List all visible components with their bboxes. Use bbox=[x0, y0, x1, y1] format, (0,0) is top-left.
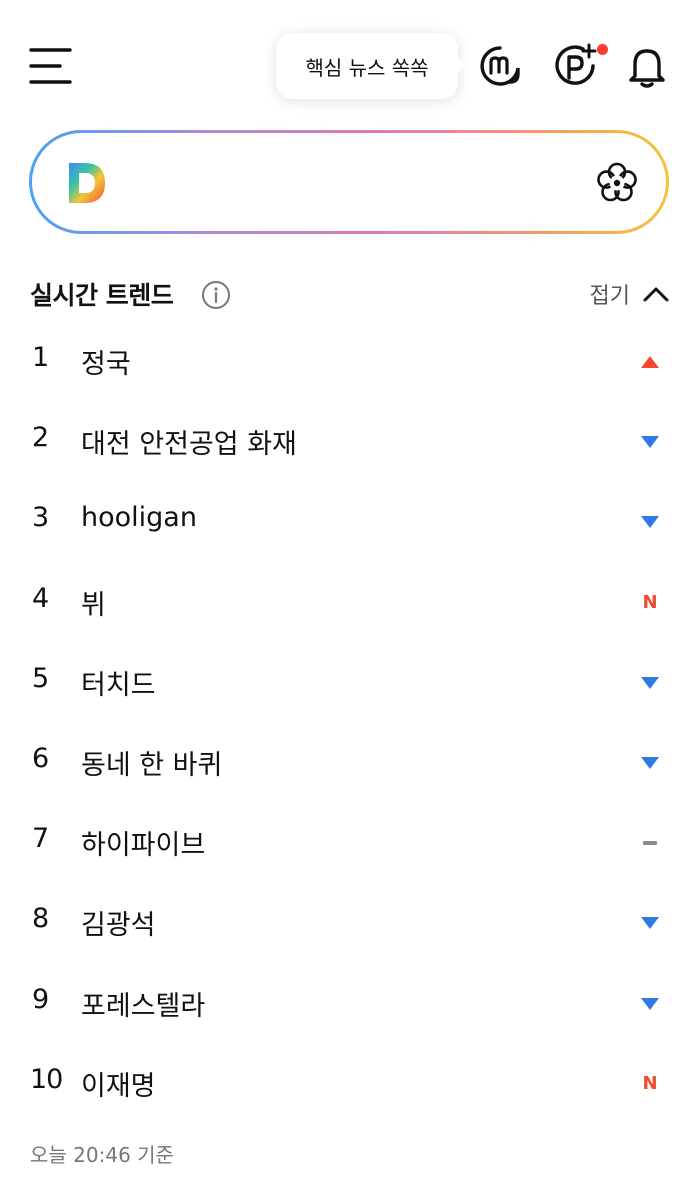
trend-rank: 7 bbox=[32, 823, 50, 855]
trend-item[interactable]: 7 하이파이브 bbox=[0, 803, 698, 883]
chevron-up-icon bbox=[643, 287, 669, 302]
trend-rank: 3 bbox=[32, 502, 50, 534]
tooltip-text: 핵심 뉴스 쏙쏙 bbox=[305, 55, 429, 80]
rank-status bbox=[636, 751, 664, 775]
trend-header: 실시간 트렌드 접기 bbox=[30, 272, 670, 316]
trend-rank: 6 bbox=[32, 742, 50, 774]
rank-status bbox=[636, 831, 664, 855]
info-icon[interactable] bbox=[201, 280, 231, 310]
flower-icon bbox=[597, 162, 637, 202]
trend-rank: 2 bbox=[32, 422, 50, 454]
point-button[interactable] bbox=[549, 40, 601, 92]
search-bar[interactable] bbox=[29, 130, 669, 234]
trend-keyword: 동네 한 바퀴 bbox=[81, 749, 223, 781]
trend-title: 실시간 트렌드 bbox=[30, 281, 174, 310]
rank-status: N bbox=[636, 591, 664, 615]
news-tooltip[interactable]: 핵심 뉴스 쏙쏙 bbox=[276, 33, 467, 99]
rank-status bbox=[636, 992, 664, 1016]
rank-same-icon bbox=[643, 841, 657, 846]
search-input[interactable] bbox=[122, 155, 566, 211]
trend-rank: 5 bbox=[32, 662, 50, 694]
mate-icon bbox=[480, 46, 520, 86]
menu-icon bbox=[29, 48, 72, 84]
trend-rank: 9 bbox=[32, 983, 50, 1015]
trend-item[interactable]: 9 포레스텔라 bbox=[0, 964, 698, 1044]
rank-down-icon bbox=[641, 436, 659, 449]
menu-button[interactable] bbox=[26, 42, 76, 90]
notifications-button[interactable] bbox=[621, 40, 673, 92]
trend-timestamp: 오늘 20:46 기준 bbox=[30, 1143, 174, 1167]
rank-down-icon bbox=[641, 917, 659, 930]
trend-item[interactable]: 4 뷔 N bbox=[0, 563, 698, 643]
collapse-button[interactable]: 접기 bbox=[590, 276, 670, 312]
rank-new-badge: N bbox=[642, 1072, 658, 1094]
rank-down-icon bbox=[641, 756, 659, 769]
trend-rank: 8 bbox=[32, 903, 50, 935]
bell-icon bbox=[629, 49, 665, 88]
rank-status bbox=[636, 510, 664, 534]
trend-keyword: 대전 안전공업 화재 bbox=[81, 429, 297, 461]
trend-item[interactable]: 2 대전 안전공업 화재 bbox=[0, 402, 698, 482]
trend-item[interactable]: 6 동네 한 바퀴 bbox=[0, 723, 698, 803]
trend-item[interactable]: 1 정국 bbox=[0, 322, 698, 402]
rank-status bbox=[636, 911, 664, 935]
search-bar-inner bbox=[32, 133, 666, 231]
trend-keyword: 뷔 bbox=[81, 589, 106, 621]
trend-keyword: 김광석 bbox=[81, 910, 156, 942]
trend-keyword: hooligan bbox=[81, 502, 197, 534]
rank-down-icon bbox=[641, 676, 659, 689]
rank-down-icon bbox=[641, 516, 659, 529]
tooltip-tail bbox=[457, 58, 467, 74]
trend-rank: 10 bbox=[30, 1063, 63, 1095]
rank-new-badge: N bbox=[642, 591, 658, 613]
rank-down-icon bbox=[641, 997, 659, 1010]
trend-keyword: 포레스텔라 bbox=[81, 990, 206, 1022]
rank-status bbox=[636, 350, 664, 374]
top-header: 핵심 뉴스 쏙쏙 bbox=[0, 0, 698, 130]
trend-keyword: 하이파이브 bbox=[81, 830, 206, 862]
trend-keyword: 정국 bbox=[81, 349, 131, 380]
rank-up-icon bbox=[641, 356, 659, 368]
mate-button[interactable] bbox=[474, 40, 526, 92]
notification-dot bbox=[597, 44, 608, 55]
trend-keyword: 터치드 bbox=[81, 669, 156, 701]
trend-item[interactable]: 10 이재명 N bbox=[0, 1044, 698, 1124]
rank-status bbox=[636, 671, 664, 695]
flower-button[interactable] bbox=[594, 160, 640, 206]
point-plus-icon bbox=[555, 43, 597, 85]
trend-rank: 1 bbox=[32, 342, 50, 373]
trend-list: 1 정국 2 대전 안전공업 화재 3 hooligan 4 뷔 N 5 터치드… bbox=[0, 322, 698, 1124]
daum-logo-icon bbox=[69, 163, 105, 203]
collapse-label: 접기 bbox=[589, 284, 630, 309]
trend-item[interactable]: 5 터치드 bbox=[0, 643, 698, 723]
rank-status bbox=[636, 430, 664, 454]
trend-item[interactable]: 8 김광석 bbox=[0, 883, 698, 963]
trend-keyword: 이재명 bbox=[81, 1070, 156, 1102]
trend-item[interactable]: 3 hooligan bbox=[0, 482, 698, 562]
trend-rank: 4 bbox=[32, 582, 50, 614]
rank-status: N bbox=[636, 1072, 664, 1096]
